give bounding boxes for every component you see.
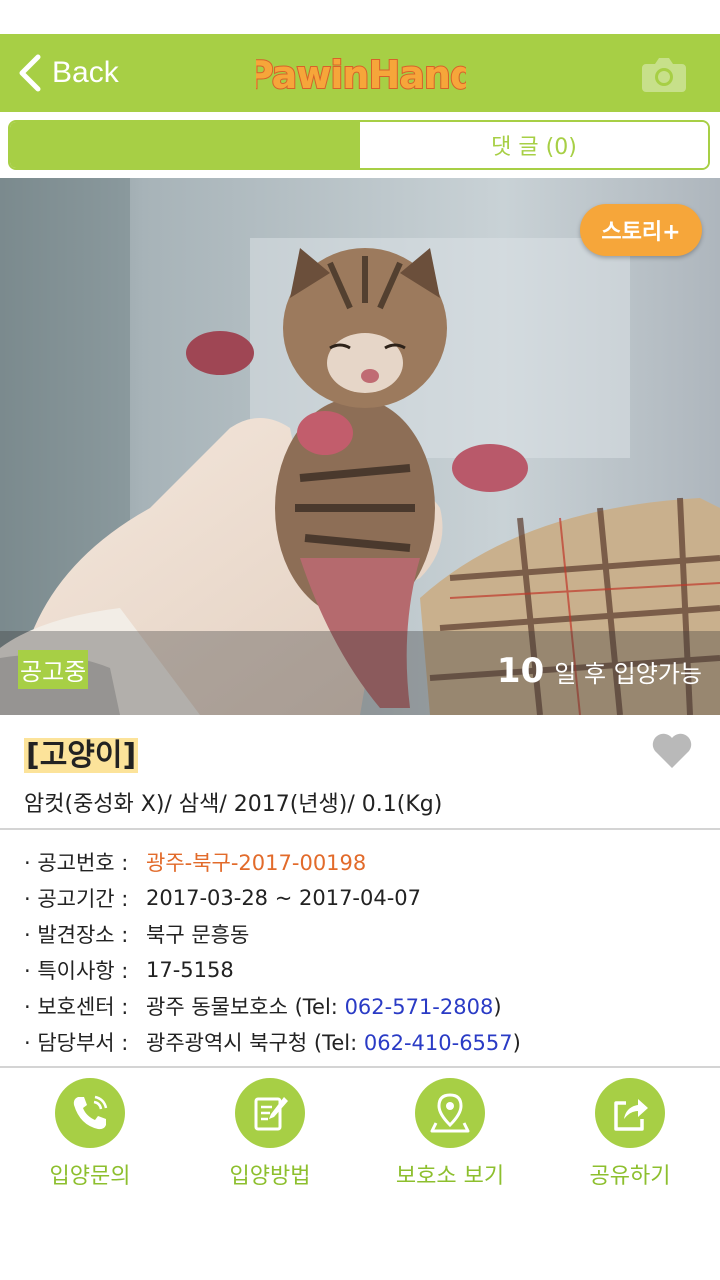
phone-icon	[55, 1078, 125, 1148]
divider	[0, 1066, 720, 1068]
department-phone-link[interactable]: 062-410-6557	[364, 1031, 513, 1055]
map-pin-icon	[415, 1078, 485, 1148]
action-label: 보호소 보기	[395, 1164, 505, 1189]
story-plus-button[interactable]: 스토리+	[580, 204, 702, 256]
notice-period: 2017-03-28 ~ 2017-04-07	[146, 886, 422, 910]
memo-edit-icon	[235, 1078, 305, 1148]
svg-text:PawinHand: PawinHand	[256, 53, 466, 97]
paren-close: )	[493, 995, 502, 1019]
heart-icon[interactable]	[650, 730, 694, 770]
info-row-found: · 발견장소 : 북구 문흥동	[24, 916, 521, 952]
action-label: 공유하기	[589, 1164, 671, 1189]
share-icon	[595, 1078, 665, 1148]
action-bar: 입양문의 입양방법 보호소 보기 공유하기	[0, 1078, 720, 1190]
shelter-name: 광주 동물보호소 (Tel:	[146, 995, 345, 1019]
animal-summary: 암컷(중성화 X)/ 삼색/ 2017(년생)/ 0.1(Kg)	[24, 792, 443, 817]
camera-icon[interactable]	[640, 54, 688, 94]
status-badge: 공고중	[18, 650, 89, 689]
view-shelter-button[interactable]: 보호소 보기	[360, 1078, 540, 1190]
nav-bar: Back PawinHand	[0, 34, 720, 112]
info-label: · 공고기간 :	[24, 887, 129, 911]
info-label: · 발견장소 :	[24, 923, 129, 947]
tab-comments[interactable]: 댓 글 (0)	[360, 122, 708, 168]
info-list: · 공고번호 : 광주-북구-2017-00198 · 공고기간 : 2017-…	[24, 844, 521, 1060]
days-text: 일 후 입양가능	[554, 660, 702, 688]
divider	[0, 828, 720, 830]
shelter-phone-link[interactable]: 062-571-2808	[345, 995, 494, 1019]
action-label: 입양방법	[229, 1164, 311, 1189]
segment-control: 댓 글 (0)	[8, 120, 710, 170]
back-button[interactable]: Back	[18, 50, 119, 96]
info-row-special: · 특이사항 : 17-5158	[24, 952, 521, 988]
chevron-left-icon	[19, 54, 41, 92]
back-label: Back	[52, 56, 119, 89]
paren-close: )	[512, 1031, 521, 1055]
notice-number: 광주-북구-2017-00198	[146, 851, 367, 875]
share-button[interactable]: 공유하기	[540, 1078, 720, 1190]
action-label: 입양문의	[49, 1164, 131, 1189]
animal-title: [고양이]	[24, 738, 139, 773]
info-row-center: · 보호센터 : 광주 동물보호소 (Tel: 062-571-2808)	[24, 988, 521, 1024]
info-row-dept: · 담당부서 : 광주광역시 북구청 (Tel: 062-410-6557)	[24, 1024, 521, 1060]
department-info: 광주광역시 북구청 (Tel: 062-410-6557)	[146, 1027, 521, 1057]
tab-info[interactable]	[10, 122, 360, 168]
info-label: · 담당부서 :	[24, 1031, 129, 1055]
department-name: 광주광역시 북구청 (Tel:	[146, 1031, 364, 1055]
status-bar	[0, 0, 720, 34]
info-row-period: · 공고기간 : 2017-03-28 ~ 2017-04-07	[24, 880, 521, 916]
adoption-countdown: 10 일 후 입양가능	[497, 651, 702, 691]
days-number: 10	[496, 651, 545, 691]
adoption-inquiry-button[interactable]: 입양문의	[0, 1078, 180, 1190]
title-row: [고양이]	[24, 730, 139, 774]
animal-photo: 스토리+ 공고중 10 일 후 입양가능	[0, 178, 720, 715]
info-label: · 보호센터 :	[24, 995, 129, 1019]
special-note: 17-5158	[146, 958, 234, 982]
shelter-info: 광주 동물보호소 (Tel: 062-571-2808)	[146, 991, 502, 1021]
info-label: · 공고번호 :	[24, 851, 129, 875]
pawinhand-logo: PawinHand	[256, 52, 466, 98]
info-row-notice-no: · 공고번호 : 광주-북구-2017-00198	[24, 844, 521, 880]
adoption-method-button[interactable]: 입양방법	[180, 1078, 360, 1190]
found-location: 북구 문흥동	[146, 923, 250, 947]
info-label: · 특이사항 :	[24, 959, 129, 983]
